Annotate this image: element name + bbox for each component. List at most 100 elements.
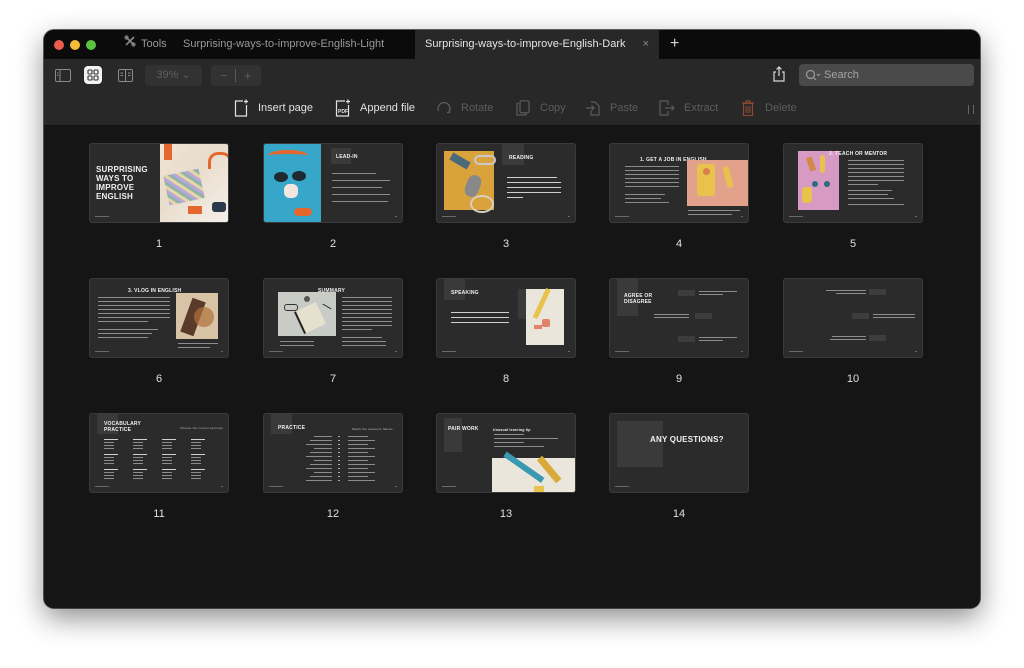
text-line	[332, 180, 390, 181]
app-window: Tools Surprising-ways-to-improve-English…	[44, 30, 980, 608]
text-line	[342, 329, 372, 330]
text-line	[98, 301, 170, 302]
text-line	[314, 436, 332, 437]
text-line	[848, 190, 892, 191]
tab-document-dark[interactable]: Surprising-ways-to-improve-English-Dark …	[415, 30, 659, 59]
text-line	[348, 440, 375, 441]
slide-image	[176, 293, 218, 339]
text-line	[625, 178, 679, 179]
slide-page-marker	[221, 351, 223, 352]
page-thumbnail-8[interactable]: SPEAKING	[437, 279, 575, 357]
slide-image	[264, 144, 321, 222]
delete-label: Delete	[765, 102, 797, 114]
text-line	[451, 322, 509, 323]
insert-page-button[interactable]: Insert page	[232, 97, 313, 119]
page-thumbnail-10[interactable]	[784, 279, 922, 357]
page-number: 3	[502, 238, 510, 250]
text-line	[342, 297, 392, 298]
page-thumbnail-14[interactable]: ANY QUESTIONS?	[610, 414, 748, 492]
page-thumbnail-2[interactable]: LEAD-IN	[264, 144, 402, 222]
text-line	[625, 170, 679, 171]
tab-label: Tools	[141, 38, 167, 50]
slide-accent-block	[617, 421, 663, 467]
paste-button[interactable]: Paste	[584, 97, 638, 119]
text-line	[873, 314, 915, 315]
sidebar-view-button[interactable]	[54, 66, 72, 84]
text-line	[342, 337, 382, 338]
close-window-button[interactable]	[54, 40, 64, 50]
text-line	[133, 454, 147, 455]
checkbox	[338, 460, 340, 461]
tab-label: Surprising-ways-to-improve-English-Light	[183, 38, 385, 50]
rotate-button[interactable]: Rotate	[435, 97, 493, 119]
divider	[235, 69, 236, 82]
text-line	[688, 214, 732, 215]
text-line	[848, 198, 894, 199]
page-thumbnail-5[interactable]: 2. TEACH OR MENTOR	[784, 144, 922, 222]
zoom-in-button[interactable]: +	[244, 65, 252, 86]
slide-page-marker	[741, 216, 743, 217]
text-line	[104, 478, 114, 479]
page-thumbnail-6[interactable]: 3. VLOG IN ENGLISH	[90, 279, 228, 357]
text-line	[342, 305, 392, 306]
text-line	[332, 201, 388, 202]
page-thumbnail-11[interactable]: VOCABULARY PRACTICE Choose the correct s…	[90, 414, 228, 492]
paste-icon	[584, 99, 602, 117]
text-line	[162, 460, 172, 461]
text-line	[306, 444, 332, 445]
text-line	[104, 469, 118, 470]
tab-document-light[interactable]: Surprising-ways-to-improve-English-Light	[183, 30, 384, 59]
text-line	[98, 313, 170, 314]
text-line	[98, 337, 148, 338]
slide-footer	[442, 351, 456, 352]
text-line	[98, 317, 170, 318]
text-line	[98, 333, 152, 334]
text-line	[342, 301, 392, 302]
text-line	[348, 452, 368, 453]
text-line	[830, 339, 866, 340]
grid-view-button[interactable]	[84, 66, 102, 84]
text-line	[310, 440, 332, 441]
toolbar-overflow-handle[interactable]	[968, 105, 974, 114]
text-line	[191, 460, 201, 461]
checkbox	[338, 436, 340, 437]
text-line	[494, 434, 524, 435]
text-line	[162, 463, 172, 464]
page-thumbnail-4[interactable]: 1. GET A JOB IN ENGLISH	[610, 144, 748, 222]
page-number: 13	[499, 508, 513, 520]
slide-title: SURPRISING WAYS TO IMPROVE ENGLISH	[96, 165, 148, 201]
text-line	[348, 480, 375, 481]
extract-button[interactable]: Extract	[658, 97, 718, 119]
tab-tools[interactable]: Tools	[124, 30, 167, 59]
text-line	[507, 197, 523, 198]
zoom-level-dropdown[interactable]: 39% ⌄	[145, 65, 202, 86]
minimize-window-button[interactable]	[70, 40, 80, 50]
page-thumbnail-9[interactable]: AGREE OR DISAGREE	[610, 279, 748, 357]
text-line	[280, 345, 314, 346]
copy-button[interactable]: Copy	[514, 97, 566, 119]
text-line	[848, 180, 904, 181]
page-thumbnail-7[interactable]: SUMMARY	[264, 279, 402, 357]
two-page-view-button[interactable]	[116, 66, 134, 84]
grid-view-icon	[87, 69, 99, 81]
search-input[interactable]: Search	[799, 64, 974, 86]
maximize-window-button[interactable]	[86, 40, 96, 50]
text-line	[826, 290, 866, 291]
page-thumbnail-12[interactable]: PRACTICE Match the sentence halves	[264, 414, 402, 492]
delete-button[interactable]: Delete	[739, 97, 797, 119]
append-file-button[interactable]: PDF Append file	[334, 97, 415, 119]
share-button[interactable]	[772, 66, 790, 84]
extract-label: Extract	[684, 102, 719, 114]
new-tab-button[interactable]: +	[670, 30, 679, 59]
text-line	[98, 329, 158, 330]
two-page-view-icon	[117, 68, 133, 82]
close-tab-icon[interactable]: ×	[643, 30, 649, 59]
text-line	[104, 472, 114, 473]
text-line	[832, 336, 866, 337]
chevron-down-icon: ⌄	[181, 69, 191, 81]
page-thumbnail-3[interactable]: READING	[437, 144, 575, 222]
zoom-out-button[interactable]: −	[220, 65, 228, 86]
page-thumbnail-1[interactable]: SURPRISING WAYS TO IMPROVE ENGLISH	[90, 144, 228, 222]
checkbox	[338, 448, 340, 449]
page-thumbnail-13[interactable]: PAIR WORK Unusual learning tip	[437, 414, 575, 492]
